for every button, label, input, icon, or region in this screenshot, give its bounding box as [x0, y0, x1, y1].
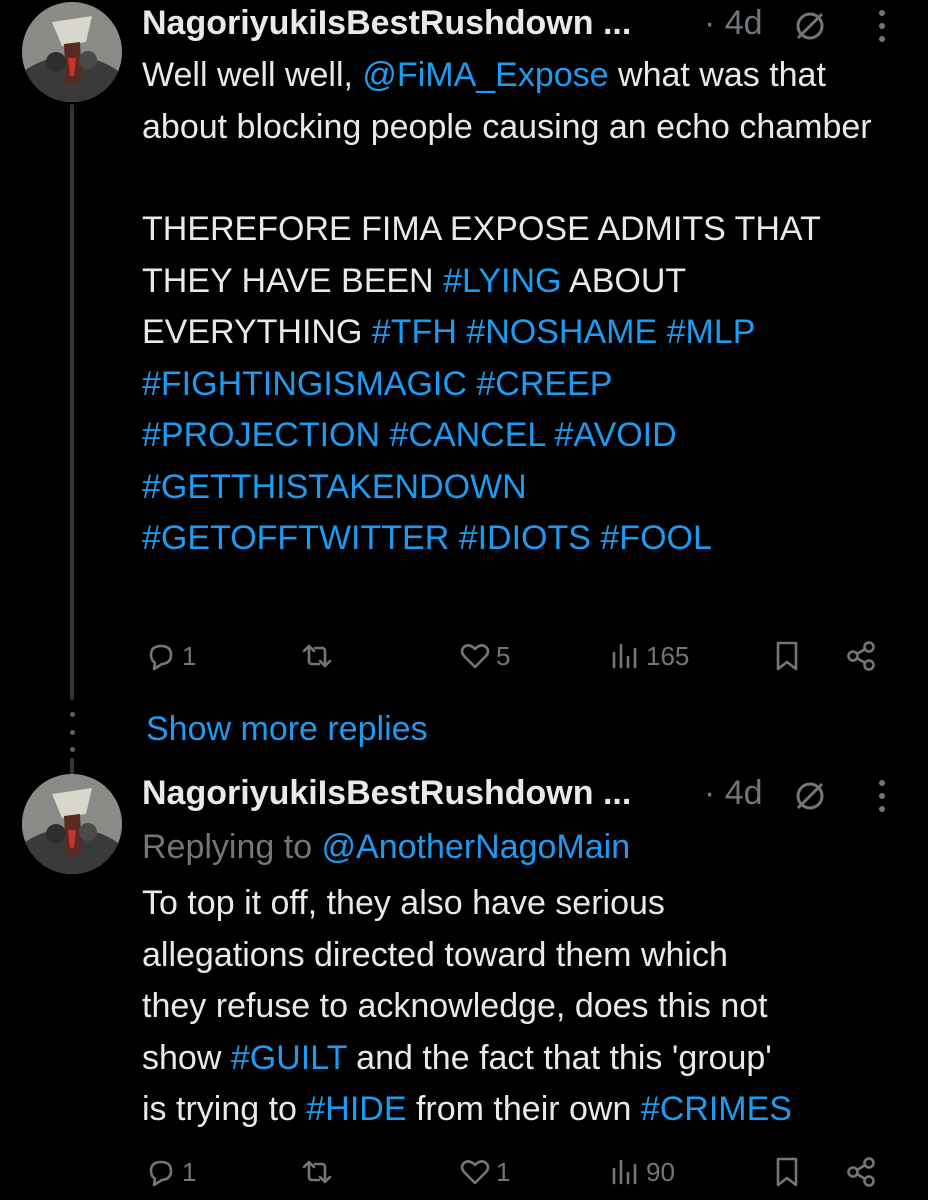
tweet-text-line: allegations directed toward them which	[142, 935, 728, 974]
share-icon	[847, 1157, 875, 1187]
tweet[interactable]: NagoriyukiIsBestRushdown ... · 4d Replyi…	[142, 770, 902, 1187]
hashtag-link[interactable]: #GUILT	[231, 1039, 347, 1077]
bookmark-icon	[776, 1157, 798, 1187]
avatar[interactable]	[22, 774, 122, 874]
like-count: 1	[496, 1156, 511, 1187]
kebab-icon[interactable]	[870, 778, 894, 814]
tweet[interactable]: NagoriyukiIsBestRushdown ... · 4d Well w…	[142, 0, 902, 671]
hashtag-link[interactable]: #PROJECTION #CANCEL #AVOID	[142, 416, 677, 454]
retweet-button[interactable]	[300, 636, 338, 676]
tweet-text-fragment: Well well well,	[142, 56, 363, 94]
reply-icon	[149, 644, 173, 671]
reply-button[interactable]: 1	[144, 636, 196, 676]
replying-prefix: Replying to	[142, 828, 322, 866]
thread-screen: NagoriyukiIsBestRushdown ... · 4d Well w…	[0, 0, 928, 1200]
no-reply-icon	[796, 12, 824, 40]
views-icon	[612, 643, 637, 669]
hashtag-link[interactable]: #HIDE	[306, 1090, 406, 1128]
tweet-actions: 1 1 90	[142, 1152, 902, 1192]
replying-to-mention[interactable]: @AnotherNagoMain	[322, 828, 631, 866]
like-icon	[460, 1160, 490, 1185]
replying-to: Replying to @AnotherNagoMain	[142, 822, 902, 872]
tweet-text-paragraph: THEREFORE FIMA EXPOSE ADMITS THAT THEY H…	[142, 204, 902, 565]
like-count: 5	[496, 640, 511, 671]
reply-count: 1	[182, 1156, 197, 1187]
thread-connector-line	[70, 104, 74, 700]
reply-button[interactable]: 1	[144, 1152, 196, 1192]
share-button[interactable]	[844, 1152, 878, 1192]
timestamp[interactable]: · 4d	[704, 774, 763, 813]
views-button[interactable]: 90	[608, 1152, 675, 1192]
like-button[interactable]: 5	[458, 636, 510, 676]
avatar[interactable]	[22, 2, 122, 102]
tweet-actions: 1 5 165	[142, 636, 902, 676]
retweet-icon	[302, 1160, 332, 1184]
kebab-icon[interactable]	[870, 8, 894, 44]
views-count: 90	[646, 1156, 675, 1187]
tweet-header: NagoriyukiIsBestRushdown ... · 4d	[142, 770, 902, 816]
display-name[interactable]: NagoriyukiIsBestRushdown ...	[142, 774, 631, 813]
hashtag-link[interactable]: #CRIMES	[641, 1090, 792, 1128]
tweet-text-fragment: and the fact that this 'group'	[346, 1038, 772, 1077]
tweet-text-fragment: is trying to	[142, 1090, 307, 1128]
like-button[interactable]: 1	[458, 1152, 510, 1192]
share-icon	[847, 641, 875, 671]
more-replies-dots-icon	[66, 712, 78, 752]
bookmark-button[interactable]	[770, 1152, 804, 1192]
reply-icon	[149, 1160, 173, 1187]
tweet-text-fragment: show	[142, 1038, 231, 1077]
hashtag-link[interactable]: #TFH #NOSHAME #MLP	[372, 313, 756, 351]
retweet-icon	[302, 644, 332, 668]
hashtag-link[interactable]: #LYING	[443, 262, 561, 300]
timestamp[interactable]: · 4d	[704, 4, 763, 43]
retweet-button[interactable]	[300, 1152, 338, 1192]
hashtag-link[interactable]: #FIGHTINGISMAGIC #CREEP	[142, 365, 612, 403]
share-button[interactable]	[844, 636, 878, 676]
bookmark-icon	[776, 641, 798, 671]
views-count: 165	[646, 640, 690, 671]
like-icon	[460, 644, 490, 669]
views-button[interactable]: 165	[608, 636, 689, 676]
display-name[interactable]: NagoriyukiIsBestRushdown ...	[142, 4, 631, 43]
hashtag-link[interactable]: #GETOFFTWITTER #IDIOTS #FOOL	[142, 519, 712, 557]
hashtag-link[interactable]: #GETTHISTAKENDOWN	[142, 468, 527, 506]
views-icon	[612, 1159, 637, 1185]
bookmark-button[interactable]	[770, 636, 804, 676]
tweet-text: Well well well, @FiMA_Expose what was th…	[142, 50, 902, 153]
tweet-text-fragment: from their own	[406, 1090, 641, 1128]
tweet-text: To top it off, they also have serious al…	[142, 878, 902, 1136]
tweet-text-line: To top it off, they also have serious	[142, 884, 665, 922]
tweet-header: NagoriyukiIsBestRushdown ... · 4d	[142, 0, 902, 46]
show-more-replies-link[interactable]: Show more replies	[146, 710, 428, 749]
reply-count: 1	[182, 640, 197, 671]
tweet-text-line: they refuse to acknowledge, does this no…	[142, 987, 768, 1025]
mention-link[interactable]: @FiMA_Expose	[362, 56, 608, 94]
no-reply-icon	[796, 782, 824, 810]
